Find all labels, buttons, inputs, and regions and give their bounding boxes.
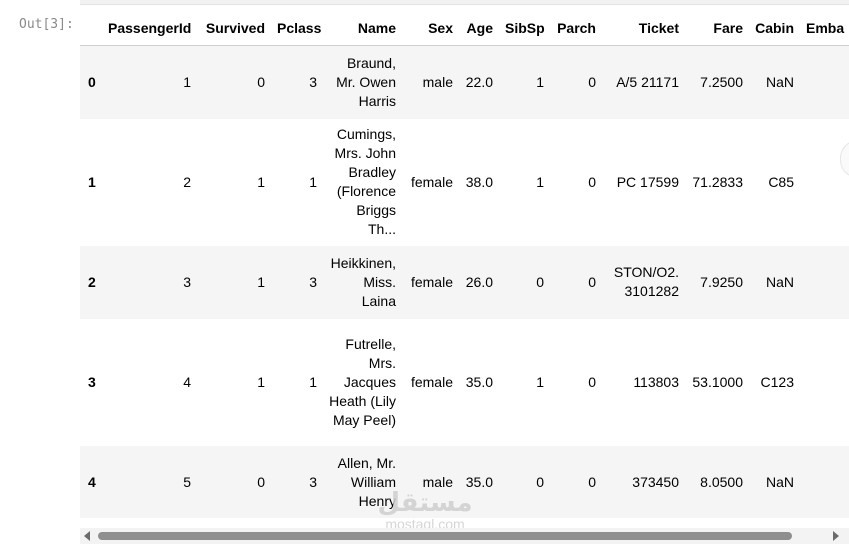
header-row: PassengerId Survived Pclass Name Sex Age… <box>80 12 849 46</box>
watermark-arabic-text: مستقل <box>377 488 473 518</box>
header-index <box>80 12 103 46</box>
row-index: 3 <box>88 373 96 390</box>
cell-parch: 0 <box>588 473 596 490</box>
cell-name: Futrelle, Mrs. Jacques Heath (Lily May P… <box>329 335 396 428</box>
cell-age: 26.0 <box>465 273 493 290</box>
cell-age: 38.0 <box>465 173 493 190</box>
cell-passengerid: 3 <box>183 273 191 290</box>
cell-sex: female <box>410 373 453 390</box>
cell-sex: female <box>410 273 453 290</box>
header-passengerid: PassengerId <box>103 12 198 46</box>
cell-passengerid: 4 <box>183 373 191 390</box>
cell-ticket: 373450 <box>632 473 679 490</box>
cell-cabin: NaN <box>765 473 794 490</box>
cell-survived: 1 <box>257 373 265 390</box>
row-index: 0 <box>88 73 96 90</box>
cell-embarked <box>801 46 849 119</box>
output-top-rule <box>80 0 849 5</box>
cell-name: Heikkinen, Miss. Laina <box>330 254 396 309</box>
header-sex: Sex <box>403 12 460 46</box>
cell-passengerid: 5 <box>183 473 191 490</box>
header-name: Name <box>324 12 403 46</box>
cell-name: Cumings, Mrs. John Bradley (Florence Bri… <box>334 126 396 237</box>
header-sibsp: SibSp <box>500 12 551 46</box>
cell-passengerid: 1 <box>183 73 191 90</box>
cell-pclass: 1 <box>309 373 317 390</box>
header-ticket: Ticket <box>603 12 686 46</box>
cell-sex: male <box>422 73 453 90</box>
cell-age: 35.0 <box>465 373 493 390</box>
dataframe-table: PassengerId Survived Pclass Name Sex Age… <box>80 12 849 518</box>
cell-fare: 8.0500 <box>700 473 743 490</box>
cell-parch: 0 <box>588 273 596 290</box>
cell-pclass: 1 <box>309 173 317 190</box>
cell-sibsp: 1 <box>536 373 544 390</box>
cell-cabin: C123 <box>760 373 794 390</box>
cell-embarked <box>801 119 849 246</box>
scrollbar-thumb[interactable] <box>98 532 792 540</box>
cell-pclass: 3 <box>309 273 317 290</box>
cell-fare: 71.2833 <box>692 173 743 190</box>
cell-parch: 0 <box>588 173 596 190</box>
cell-name: Braund, Mr. Owen Harris <box>336 54 396 109</box>
row-index: 2 <box>88 273 96 290</box>
cell-embarked <box>801 319 849 446</box>
header-survived: Survived <box>198 12 272 46</box>
cell-sibsp: 1 <box>536 173 544 190</box>
cell-survived: 0 <box>257 73 265 90</box>
table-row: 3 4 1 1 Futrelle, Mrs. Jacques Heath (Li… <box>80 318 849 446</box>
cell-cabin: NaN <box>765 273 794 290</box>
cell-cabin: NaN <box>765 73 794 90</box>
cell-survived: 1 <box>257 273 265 290</box>
cell-fare: 7.9250 <box>700 273 743 290</box>
cell-pclass: 3 <box>309 73 317 90</box>
header-cabin: Cabin <box>750 12 801 46</box>
cell-sibsp: 1 <box>536 73 544 90</box>
header-age: Age <box>460 12 500 46</box>
cell-fare: 53.1000 <box>692 373 743 390</box>
cell-fare: 7.2500 <box>700 73 743 90</box>
cell-ticket: 113803 <box>633 373 679 390</box>
cell-embarked <box>801 446 849 519</box>
row-index: 1 <box>88 173 96 190</box>
cell-ticket: PC 17599 <box>616 173 679 190</box>
output-prompt: Out[3]: <box>19 17 74 32</box>
mostaql-watermark: مستقل mostaql.com <box>360 490 490 532</box>
cell-embarked <box>801 246 849 319</box>
header-pclass: Pclass <box>272 12 324 46</box>
cell-cabin: C85 <box>768 173 794 190</box>
header-fare: Fare <box>686 12 750 46</box>
scroll-left-arrow-icon[interactable] <box>84 531 90 541</box>
table-row: 1 2 1 1 Cumings, Mrs. John Bradley (Flor… <box>80 118 849 246</box>
dataframe-output: PassengerId Survived Pclass Name Sex Age… <box>80 12 849 518</box>
cell-age: 22.0 <box>465 73 493 90</box>
cell-survived: 1 <box>257 173 265 190</box>
header-embarked: Emba <box>801 12 849 46</box>
row-index: 4 <box>88 473 96 490</box>
cell-parch: 0 <box>588 373 596 390</box>
cell-sibsp: 0 <box>536 473 544 490</box>
cell-sex: female <box>410 173 453 190</box>
header-parch: Parch <box>551 12 603 46</box>
cell-parch: 0 <box>588 73 596 90</box>
cell-sibsp: 0 <box>536 273 544 290</box>
cell-pclass: 3 <box>309 473 317 490</box>
horizontal-scrollbar[interactable] <box>80 528 849 544</box>
cell-ticket: A/5 21171 <box>616 73 679 90</box>
scroll-right-arrow-icon[interactable] <box>833 531 839 541</box>
cell-passengerid: 2 <box>183 173 191 190</box>
cell-ticket: STON/O2. 3101282 <box>613 264 679 299</box>
table-row: 0 1 0 3 Braund, Mr. Owen Harris male 22.… <box>80 45 849 119</box>
cell-survived: 0 <box>257 473 265 490</box>
table-row: 2 3 1 3 Heikkinen, Miss. Laina female 26… <box>80 245 849 319</box>
